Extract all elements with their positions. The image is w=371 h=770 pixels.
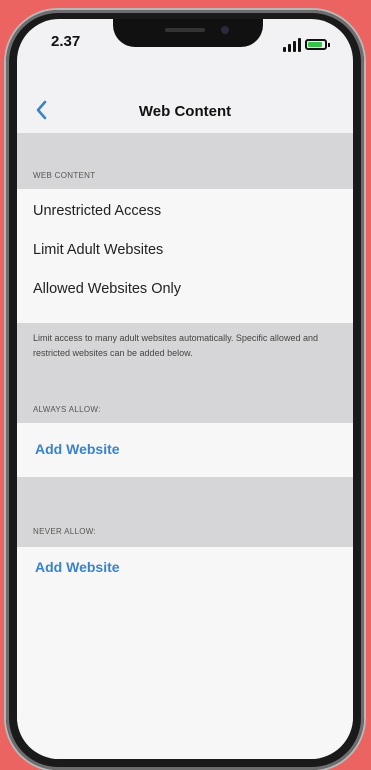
option-unrestricted-access[interactable]: Unrestricted Access xyxy=(33,203,161,219)
phone-screen: 2.37 Web Content WEB CONTENT Unrestricte… xyxy=(17,19,353,759)
never-allow-header: NEVER ALLOW: xyxy=(33,527,97,536)
always-allow-section: Add Website xyxy=(17,423,353,477)
option-allowed-websites-only[interactable]: Allowed Websites Only xyxy=(33,281,181,297)
never-allow-header-band: NEVER ALLOW: xyxy=(17,477,353,547)
always-allow-add-website-button[interactable]: Add Website xyxy=(35,441,120,457)
front-camera xyxy=(221,26,229,34)
web-content-footer: Limit access to many adult websites auto… xyxy=(33,333,318,358)
always-allow-header: ALWAYS ALLOW: xyxy=(33,405,101,414)
never-allow-section: Add Website xyxy=(17,547,353,759)
option-limit-adult-websites[interactable]: Limit Adult Websites xyxy=(33,242,163,258)
page-title: Web Content xyxy=(138,103,232,120)
navigation-bar: Web Content xyxy=(17,89,353,133)
web-content-header-band: WEB CONTENT xyxy=(17,133,353,189)
web-content-options: Unrestricted Access Limit Adult Websites… xyxy=(17,189,353,323)
signal-icon xyxy=(283,36,301,52)
notch xyxy=(113,19,263,47)
never-allow-add-website-button[interactable]: Add Website xyxy=(35,559,120,575)
web-content-header: WEB CONTENT xyxy=(33,171,96,180)
status-time: 2.37 xyxy=(51,33,81,50)
battery-icon xyxy=(305,39,330,50)
speaker xyxy=(165,28,205,32)
always-allow-header-band: Limit access to many adult websites auto… xyxy=(17,323,353,423)
phone-frame: 2.37 Web Content WEB CONTENT Unrestricte… xyxy=(6,10,364,770)
